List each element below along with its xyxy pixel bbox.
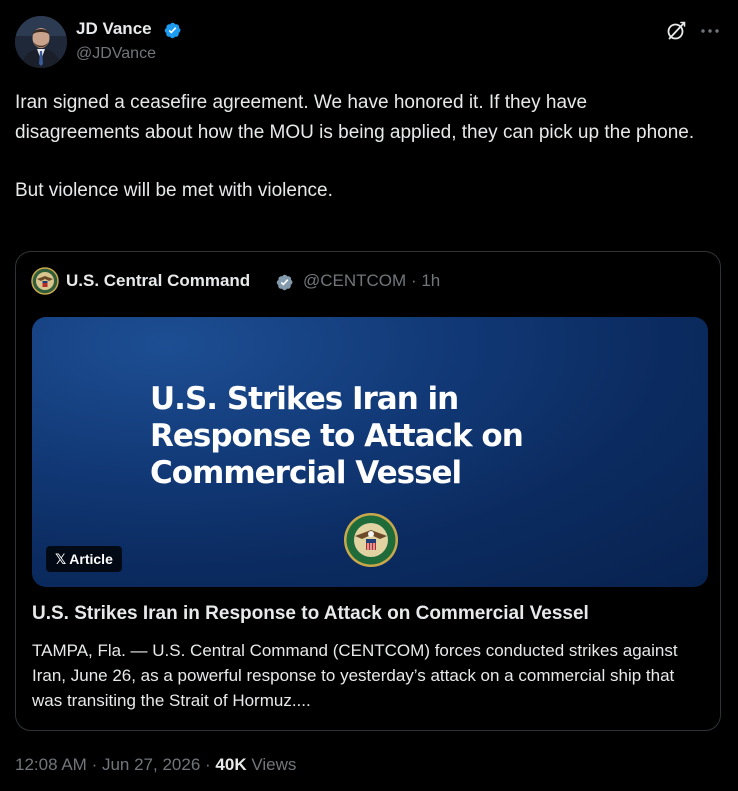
tweet: JD Vance @JDVance Iran signed a ceasefir… [0, 0, 738, 791]
footer-separator: · [91, 755, 98, 774]
quoted-time[interactable]: 1h [421, 271, 440, 290]
more-options-icon[interactable] [698, 19, 722, 43]
author-handle[interactable]: @JDVance [76, 45, 156, 63]
quoted-author-name[interactable]: U.S. Central Command [66, 271, 250, 291]
verified-badge-icon [276, 274, 293, 291]
post-time[interactable]: 12:08 AM [15, 755, 87, 774]
tweet-paragraph: But violence will be met with violence. [15, 180, 333, 201]
article-description: TAMPA, Fla. — U.S. Central Command (CENT… [32, 641, 678, 710]
author-name[interactable]: JD Vance [76, 19, 152, 39]
grok-icon[interactable] [664, 19, 688, 43]
views-count[interactable]: 40K [215, 755, 246, 774]
views-label: Views [251, 755, 297, 774]
footer-separator: · [205, 755, 211, 774]
centcom-avatar[interactable] [31, 267, 59, 295]
quoted-meta: @CENTCOM · 1h [303, 271, 440, 291]
meta-separator: · [410, 271, 417, 290]
quoted-tweet[interactable]: U.S. Central Command @CENTCOM · 1h U.S. … [15, 251, 721, 731]
article-badge-label: Article [69, 551, 113, 567]
tweet-paragraph: Iran signed a ceasefire agreement. We ha… [15, 92, 695, 143]
article-title[interactable]: U.S. Strikes Iran in Response to Attack … [32, 603, 589, 625]
image-headline: U.S. Strikes Iran in Response to Attack … [150, 381, 524, 491]
article-image[interactable]: U.S. Strikes Iran in Response to Attack … [32, 317, 708, 587]
quoted-handle[interactable]: @CENTCOM [303, 271, 406, 290]
post-date[interactable]: Jun 27, 2026 [102, 755, 200, 774]
centcom-seal-icon [344, 513, 398, 567]
tweet-text: Iran signed a ceasefire agreement. We ha… [15, 88, 715, 206]
x-logo-icon: 𝕏 [55, 551, 67, 567]
tweet-footer: 12:08 AM · Jun 27, 2026 · 40K Views [15, 755, 296, 775]
verified-badge-icon [164, 22, 181, 39]
author-avatar[interactable] [15, 16, 67, 68]
article-badge: 𝕏 Article [46, 546, 122, 572]
